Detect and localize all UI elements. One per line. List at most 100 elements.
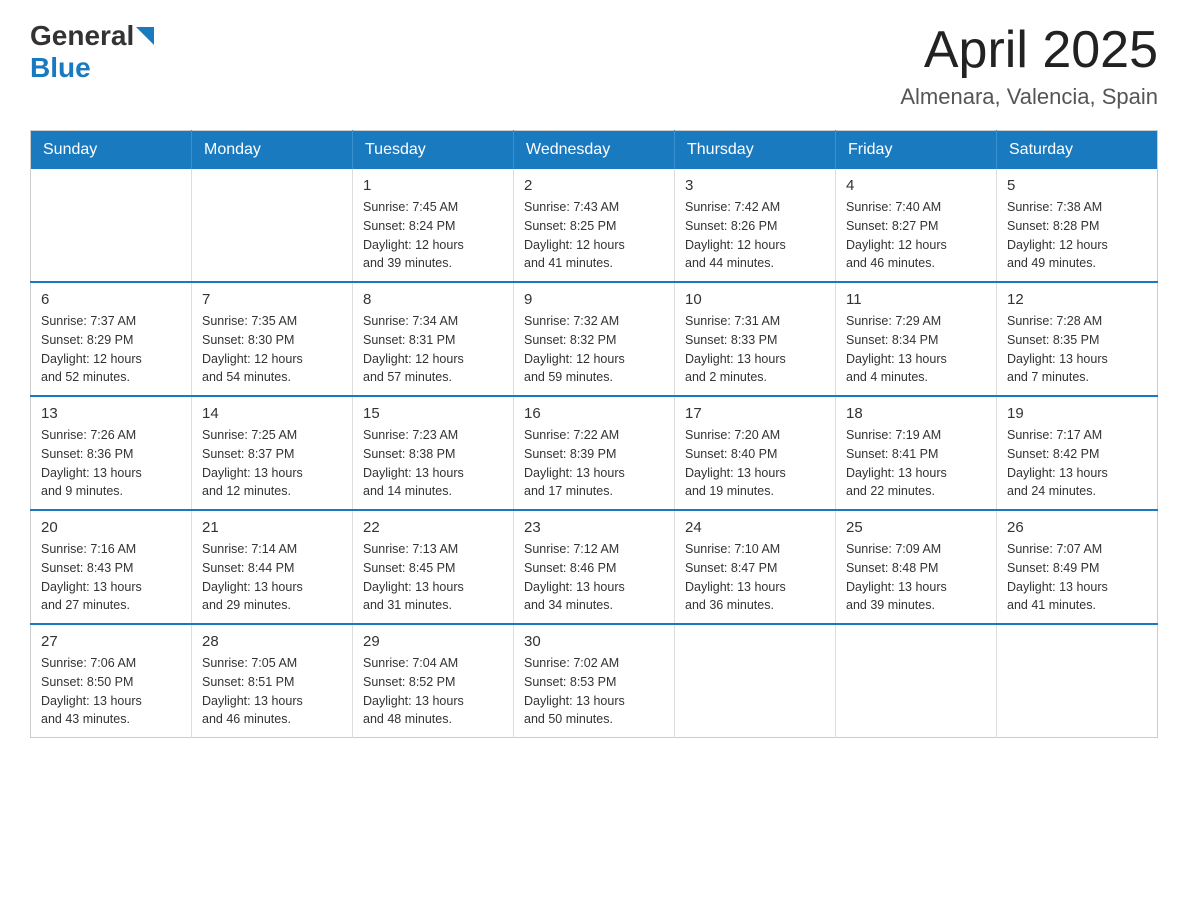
day-number: 24	[685, 519, 825, 536]
day-number: 18	[846, 405, 986, 422]
day-number: 11	[846, 291, 986, 308]
calendar-cell: 7Sunrise: 7:35 AM Sunset: 8:30 PM Daylig…	[192, 282, 353, 396]
calendar-cell: 13 Sunrise: 7:26 AM Sunset: 8:36 PM Dayli…	[31, 396, 192, 510]
day-info: Sunrise: 7:26 AM Sunset: 8:36 PM Dayligh…	[41, 426, 181, 501]
calendar-cell: 1 Sunrise: 7:45 AM Sunset: 8:24 PM Daylig…	[353, 169, 514, 282]
calendar-table: SundayMondayTuesdayWednesdayThursdayFrid…	[30, 130, 1158, 738]
weekday-header-saturday: Saturday	[997, 131, 1158, 170]
day-info: Sunrise: 7:04 AM Sunset: 8:52 PM Dayligh…	[363, 654, 503, 729]
day-info: Sunrise: 7:06 AM Sunset: 8:50 PM Dayligh…	[41, 654, 181, 729]
calendar-cell: 14Sunrise: 7:25 AM Sunset: 8:37 PM Dayli…	[192, 396, 353, 510]
calendar-cell: 24Sunrise: 7:10 AM Sunset: 8:47 PM Dayli…	[675, 510, 836, 624]
day-info: Sunrise: 7:12 AM Sunset: 8:46 PM Dayligh…	[524, 540, 664, 615]
calendar-cell	[836, 624, 997, 738]
day-info: Sunrise: 7:37 AM Sunset: 8:29 PM Dayligh…	[41, 312, 181, 387]
day-info: Sunrise: 7:19 AM Sunset: 8:41 PM Dayligh…	[846, 426, 986, 501]
day-number: 9	[524, 291, 664, 308]
calendar-cell: 19 Sunrise: 7:17 AM Sunset: 8:42 PM Dayli…	[997, 396, 1158, 510]
day-number: 19	[1007, 405, 1147, 422]
weekday-header-row: SundayMondayTuesdayWednesdayThursdayFrid…	[31, 131, 1158, 170]
calendar-week-row: 20 Sunrise: 7:16 AM Sunset: 8:43 PM Dayli…	[31, 510, 1158, 624]
logo-blue-text: Blue	[30, 52, 91, 83]
day-info: Sunrise: 7:42 AM Sunset: 8:26 PM Dayligh…	[685, 198, 825, 273]
day-number: 27	[41, 633, 181, 650]
day-number: 2	[524, 177, 664, 194]
calendar-cell: 29 Sunrise: 7:04 AM Sunset: 8:52 PM Dayli…	[353, 624, 514, 738]
day-info: Sunrise: 7:02 AM Sunset: 8:53 PM Dayligh…	[524, 654, 664, 729]
calendar-week-row: 13 Sunrise: 7:26 AM Sunset: 8:36 PM Dayli…	[31, 396, 1158, 510]
day-number: 17	[685, 405, 825, 422]
day-number: 12	[1007, 291, 1147, 308]
weekday-header-tuesday: Tuesday	[353, 131, 514, 170]
day-info: Sunrise: 7:17 AM Sunset: 8:42 PM Dayligh…	[1007, 426, 1147, 501]
weekday-header-wednesday: Wednesday	[514, 131, 675, 170]
day-info: Sunrise: 7:32 AM Sunset: 8:32 PM Dayligh…	[524, 312, 664, 387]
day-info: Sunrise: 7:29 AM Sunset: 8:34 PM Dayligh…	[846, 312, 986, 387]
calendar-cell: 22Sunrise: 7:13 AM Sunset: 8:45 PM Dayli…	[353, 510, 514, 624]
day-info: Sunrise: 7:28 AM Sunset: 8:35 PM Dayligh…	[1007, 312, 1147, 387]
day-number: 3	[685, 177, 825, 194]
calendar-cell: 20 Sunrise: 7:16 AM Sunset: 8:43 PM Dayli…	[31, 510, 192, 624]
title-section: April 2025 Almenara, Valencia, Spain	[900, 20, 1158, 110]
calendar-week-row: 1 Sunrise: 7:45 AM Sunset: 8:24 PM Daylig…	[31, 169, 1158, 282]
logo-triangle-icon	[136, 27, 154, 45]
calendar-cell: 9 Sunrise: 7:32 AM Sunset: 8:32 PM Daylig…	[514, 282, 675, 396]
calendar-cell: 18 Sunrise: 7:19 AM Sunset: 8:41 PM Dayli…	[836, 396, 997, 510]
day-info: Sunrise: 7:45 AM Sunset: 8:24 PM Dayligh…	[363, 198, 503, 273]
calendar-cell: 8 Sunrise: 7:34 AM Sunset: 8:31 PM Daylig…	[353, 282, 514, 396]
calendar-cell	[675, 624, 836, 738]
day-number: 10	[685, 291, 825, 308]
day-number: 28	[202, 633, 342, 650]
day-info: Sunrise: 7:22 AM Sunset: 8:39 PM Dayligh…	[524, 426, 664, 501]
calendar-week-row: 6 Sunrise: 7:37 AM Sunset: 8:29 PM Daylig…	[31, 282, 1158, 396]
day-info: Sunrise: 7:23 AM Sunset: 8:38 PM Dayligh…	[363, 426, 503, 501]
calendar-cell: 2Sunrise: 7:43 AM Sunset: 8:25 PM Daylig…	[514, 169, 675, 282]
calendar-cell: 4Sunrise: 7:40 AM Sunset: 8:27 PM Daylig…	[836, 169, 997, 282]
day-number: 22	[363, 519, 503, 536]
calendar-cell: 17Sunrise: 7:20 AM Sunset: 8:40 PM Dayli…	[675, 396, 836, 510]
day-number: 13	[41, 405, 181, 422]
day-number: 15	[363, 405, 503, 422]
calendar-week-row: 27 Sunrise: 7:06 AM Sunset: 8:50 PM Dayli…	[31, 624, 1158, 738]
day-info: Sunrise: 7:34 AM Sunset: 8:31 PM Dayligh…	[363, 312, 503, 387]
day-number: 23	[524, 519, 664, 536]
location-title: Almenara, Valencia, Spain	[900, 84, 1158, 110]
day-number: 30	[524, 633, 664, 650]
calendar-cell	[31, 169, 192, 282]
day-number: 26	[1007, 519, 1147, 536]
day-info: Sunrise: 7:14 AM Sunset: 8:44 PM Dayligh…	[202, 540, 342, 615]
calendar-cell: 23 Sunrise: 7:12 AM Sunset: 8:46 PM Dayli…	[514, 510, 675, 624]
calendar-cell: 28 Sunrise: 7:05 AM Sunset: 8:51 PM Dayli…	[192, 624, 353, 738]
weekday-header-sunday: Sunday	[31, 131, 192, 170]
day-number: 8	[363, 291, 503, 308]
day-number: 5	[1007, 177, 1147, 194]
calendar-cell	[997, 624, 1158, 738]
day-number: 29	[363, 633, 503, 650]
calendar-cell: 6 Sunrise: 7:37 AM Sunset: 8:29 PM Daylig…	[31, 282, 192, 396]
day-info: Sunrise: 7:09 AM Sunset: 8:48 PM Dayligh…	[846, 540, 986, 615]
logo-general-text: General	[30, 20, 134, 52]
calendar-cell: 30 Sunrise: 7:02 AM Sunset: 8:53 PM Dayli…	[514, 624, 675, 738]
day-number: 1	[363, 177, 503, 194]
calendar-cell: 11 Sunrise: 7:29 AM Sunset: 8:34 PM Dayli…	[836, 282, 997, 396]
day-number: 20	[41, 519, 181, 536]
calendar-cell: 3 Sunrise: 7:42 AM Sunset: 8:26 PM Daylig…	[675, 169, 836, 282]
month-title: April 2025	[900, 20, 1158, 80]
day-info: Sunrise: 7:31 AM Sunset: 8:33 PM Dayligh…	[685, 312, 825, 387]
calendar-cell: 25 Sunrise: 7:09 AM Sunset: 8:48 PM Dayli…	[836, 510, 997, 624]
day-number: 25	[846, 519, 986, 536]
calendar-cell: 27 Sunrise: 7:06 AM Sunset: 8:50 PM Dayli…	[31, 624, 192, 738]
day-info: Sunrise: 7:38 AM Sunset: 8:28 PM Dayligh…	[1007, 198, 1147, 273]
calendar-cell: 12 Sunrise: 7:28 AM Sunset: 8:35 PM Dayli…	[997, 282, 1158, 396]
day-number: 16	[524, 405, 664, 422]
day-number: 7	[202, 291, 342, 308]
day-info: Sunrise: 7:05 AM Sunset: 8:51 PM Dayligh…	[202, 654, 342, 729]
day-number: 6	[41, 291, 181, 308]
day-number: 21	[202, 519, 342, 536]
day-number: 4	[846, 177, 986, 194]
page-header: General Blue April 2025 Almenara, Valenc…	[30, 20, 1158, 110]
weekday-header-monday: Monday	[192, 131, 353, 170]
day-info: Sunrise: 7:07 AM Sunset: 8:49 PM Dayligh…	[1007, 540, 1147, 615]
weekday-header-friday: Friday	[836, 131, 997, 170]
day-info: Sunrise: 7:16 AM Sunset: 8:43 PM Dayligh…	[41, 540, 181, 615]
